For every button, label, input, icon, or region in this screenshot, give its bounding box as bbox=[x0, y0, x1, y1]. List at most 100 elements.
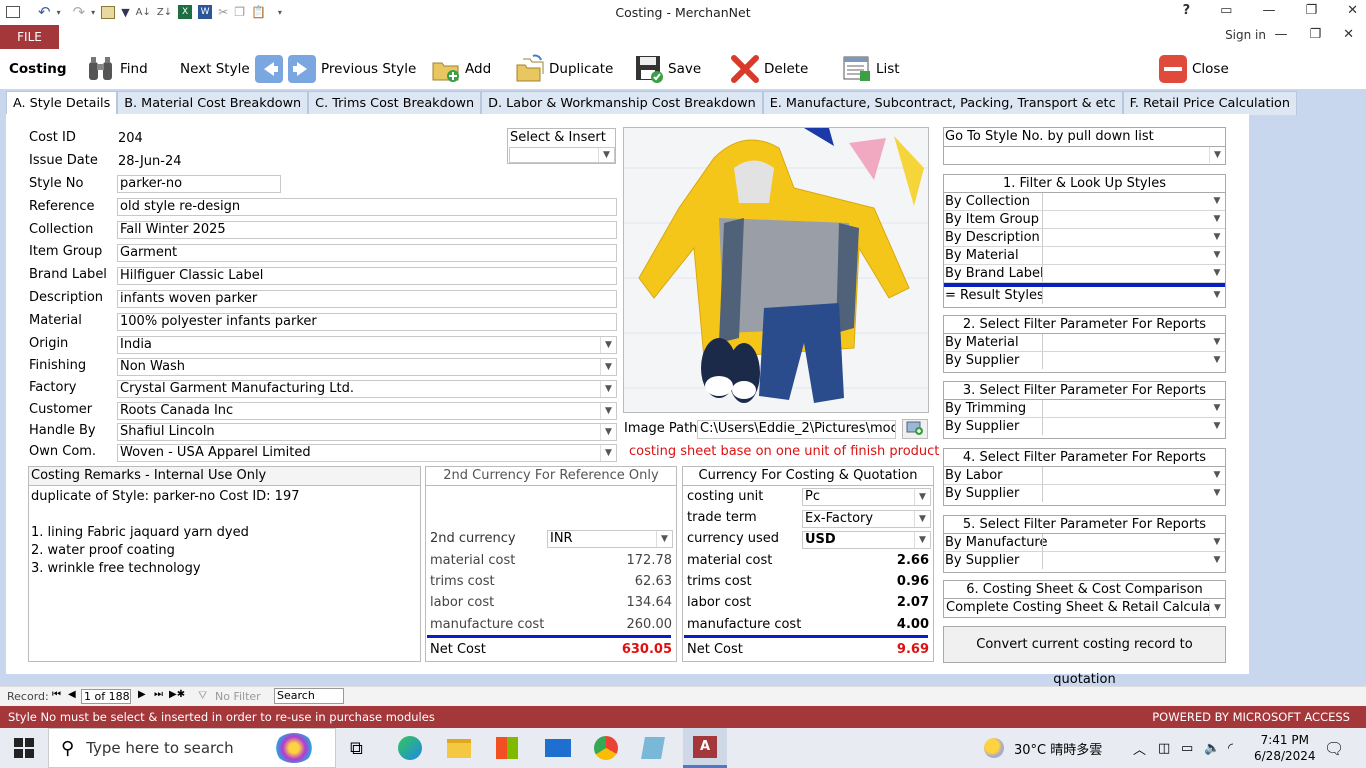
filter-by-description[interactable]: By Description ▼ bbox=[944, 229, 1225, 247]
meet-icon[interactable]: ◫ bbox=[1158, 728, 1170, 768]
filter-by-collection[interactable]: By Collection ▼ bbox=[944, 193, 1225, 211]
task-view-icon[interactable]: ⧉ bbox=[350, 728, 363, 768]
chevron-down-icon[interactable]: ▼ bbox=[914, 532, 930, 548]
minimize-icon[interactable]: — bbox=[1274, 27, 1287, 42]
goto-style-dropdown[interactable]: ▼ bbox=[944, 147, 1225, 164]
origin-select[interactable]: India ▼ bbox=[117, 336, 617, 354]
new-record-icon[interactable]: ▶✱ bbox=[169, 689, 185, 700]
chevron-down-icon[interactable]: ▼ bbox=[1209, 193, 1225, 209]
start-button[interactable] bbox=[14, 728, 34, 768]
notification-icon[interactable]: 🗨 bbox=[1324, 728, 1344, 768]
chevron-down-icon[interactable]: ▼ bbox=[1209, 467, 1225, 483]
close-window-icon[interactable]: ✕ bbox=[1347, 3, 1358, 18]
prev-record-icon[interactable]: ◀ bbox=[68, 689, 76, 700]
result-styles-select[interactable]: = Result Styles ▼ bbox=[944, 287, 1225, 305]
sign-in-link[interactable]: Sign in bbox=[1225, 28, 1266, 42]
save-button[interactable]: Save bbox=[634, 49, 701, 89]
tab-retail-price[interactable]: F. Retail Price Calculation bbox=[1122, 91, 1297, 115]
tab-material-cost[interactable]: B. Material Cost Breakdown bbox=[117, 91, 309, 115]
reference-field[interactable]: old style re-design bbox=[117, 198, 617, 216]
handle-by-select[interactable]: Shafiul Lincoln ▼ bbox=[117, 423, 617, 441]
report5-by-supplier[interactable]: By Supplier ▼ bbox=[944, 552, 1225, 570]
currency-used-select[interactable]: USD ▼ bbox=[802, 531, 931, 549]
wifi-icon[interactable]: ◜ bbox=[1228, 728, 1233, 768]
chevron-down-icon[interactable]: ▼ bbox=[600, 424, 616, 440]
chevron-down-icon[interactable]: ▼ bbox=[1209, 352, 1225, 368]
chevron-down-icon[interactable]: ▼ bbox=[600, 381, 616, 397]
tray-chevron-icon[interactable]: ︿ bbox=[1133, 728, 1146, 768]
list-button[interactable]: List bbox=[842, 49, 900, 89]
file-explorer-icon[interactable] bbox=[447, 728, 471, 768]
tab-labor-cost[interactable]: D. Labor & Workmanship Cost Breakdown bbox=[481, 91, 763, 115]
close-icon[interactable]: ✕ bbox=[1343, 27, 1354, 42]
first-record-icon[interactable]: ⏮ bbox=[52, 689, 61, 700]
report4-by-labor[interactable]: By Labor ▼ bbox=[944, 467, 1225, 485]
chevron-down-icon[interactable]: ▼ bbox=[1209, 211, 1225, 227]
chevron-down-icon[interactable]: ▼ bbox=[1209, 334, 1225, 350]
filter-by-material[interactable]: By Material ▼ bbox=[944, 247, 1225, 265]
report2-by-supplier[interactable]: By Supplier ▼ bbox=[944, 352, 1225, 370]
filter-by-item-group[interactable]: By Item Group ▼ bbox=[944, 211, 1225, 229]
costing-unit-select[interactable]: Pc ▼ bbox=[802, 488, 931, 506]
select-insert-dropdown[interactable]: ▼ bbox=[509, 147, 615, 163]
customer-select[interactable]: Roots Canada Inc ▼ bbox=[117, 402, 617, 420]
chevron-down-icon[interactable]: ▼ bbox=[598, 148, 614, 162]
volume-icon[interactable]: 🔈 bbox=[1204, 728, 1220, 768]
tab-style-details[interactable]: A. Style Details bbox=[6, 91, 118, 115]
chevron-down-icon[interactable]: ▼ bbox=[1209, 534, 1225, 550]
last-record-icon[interactable]: ⏭ bbox=[154, 689, 163, 700]
own-com-select[interactable]: Woven - USA Apparel Limited ▼ bbox=[117, 444, 617, 462]
collection-field[interactable]: Fall Winter 2025 bbox=[117, 221, 617, 239]
record-position-field[interactable]: 1 of 188 bbox=[81, 689, 131, 704]
chevron-down-icon[interactable]: ▼ bbox=[1209, 287, 1225, 303]
taskbar-clock[interactable]: 7:41 PM 6/28/2024 bbox=[1254, 728, 1316, 768]
factory-select[interactable]: Crystal Garment Manufacturing Ltd. ▼ bbox=[117, 380, 617, 398]
next-style-button[interactable]: Next Style bbox=[180, 49, 284, 89]
report4-by-supplier[interactable]: By Supplier ▼ bbox=[944, 485, 1225, 503]
trade-term-select[interactable]: Ex-Factory ▼ bbox=[802, 510, 931, 528]
style-no-field[interactable]: parker-no bbox=[117, 175, 281, 193]
chrome-icon[interactable] bbox=[594, 728, 618, 768]
file-tab[interactable]: FILE bbox=[0, 25, 59, 49]
chevron-down-icon[interactable]: ▼ bbox=[1209, 265, 1225, 281]
report2-by-material[interactable]: By Material ▼ bbox=[944, 334, 1225, 352]
help-button[interactable]: ? bbox=[1183, 3, 1191, 18]
material-field[interactable]: 100% polyester infants parker bbox=[117, 313, 617, 331]
item-group-field[interactable]: Garment bbox=[117, 244, 617, 262]
tab-trims-cost[interactable]: C. Trims Cost Breakdown bbox=[308, 91, 482, 115]
chevron-down-icon[interactable]: ▼ bbox=[1209, 600, 1225, 616]
taskbar-search-box[interactable]: ⚲ Type here to search bbox=[48, 728, 336, 768]
add-button[interactable]: Add bbox=[431, 49, 491, 89]
no-filter-button[interactable]: No Filter bbox=[215, 690, 261, 703]
brand-label-field[interactable]: Hilfiguer Classic Label bbox=[117, 267, 617, 285]
description-field[interactable]: infants woven parker bbox=[117, 290, 617, 308]
finishing-select[interactable]: Non Wash ▼ bbox=[117, 358, 617, 376]
chevron-down-icon[interactable]: ▼ bbox=[914, 511, 930, 527]
restore-icon[interactable]: ❐ bbox=[1305, 3, 1317, 18]
chevron-down-icon[interactable]: ▼ bbox=[1209, 229, 1225, 245]
filter-by-brand-label[interactable]: By Brand Label ▼ bbox=[944, 265, 1225, 283]
find-button[interactable]: Find bbox=[86, 49, 148, 89]
chevron-down-icon[interactable]: ▼ bbox=[1209, 485, 1225, 501]
ribbon-display-icon[interactable]: ▭ bbox=[1220, 3, 1232, 18]
chevron-down-icon[interactable]: ▼ bbox=[1209, 400, 1225, 416]
edge-icon[interactable] bbox=[398, 728, 422, 768]
previous-style-button[interactable]: Previous Style bbox=[287, 49, 416, 89]
delete-button[interactable]: Delete bbox=[730, 49, 808, 89]
report3-by-supplier[interactable]: By Supplier ▼ bbox=[944, 418, 1225, 436]
mail-icon[interactable] bbox=[545, 728, 571, 768]
search-field[interactable]: Search bbox=[274, 688, 344, 704]
access-app-icon[interactable]: A bbox=[683, 728, 727, 768]
weather-widget[interactable]: 30°C 晴時多雲 bbox=[984, 728, 1102, 768]
convert-to-quotation-button[interactable]: Convert current costing record to quotat… bbox=[943, 626, 1226, 687]
costing-remarks-text[interactable]: duplicate of Style: parker-no Cost ID: 1… bbox=[29, 486, 420, 580]
tab-manufacture[interactable]: E. Manufacture, Subcontract, Packing, Tr… bbox=[762, 91, 1123, 115]
chevron-down-icon[interactable]: ▼ bbox=[600, 403, 616, 419]
restore-icon[interactable]: ❐ bbox=[1309, 27, 1321, 42]
chevron-down-icon[interactable]: ▼ bbox=[600, 337, 616, 353]
browse-image-button[interactable] bbox=[902, 419, 928, 439]
costing-sheet-select[interactable]: Complete Costing Sheet & Retail Calculat… bbox=[944, 600, 1225, 617]
chevron-down-icon[interactable]: ▼ bbox=[1209, 247, 1225, 263]
chevron-down-icon[interactable]: ▼ bbox=[1209, 418, 1225, 434]
next-record-icon[interactable]: ▶ bbox=[138, 689, 146, 700]
